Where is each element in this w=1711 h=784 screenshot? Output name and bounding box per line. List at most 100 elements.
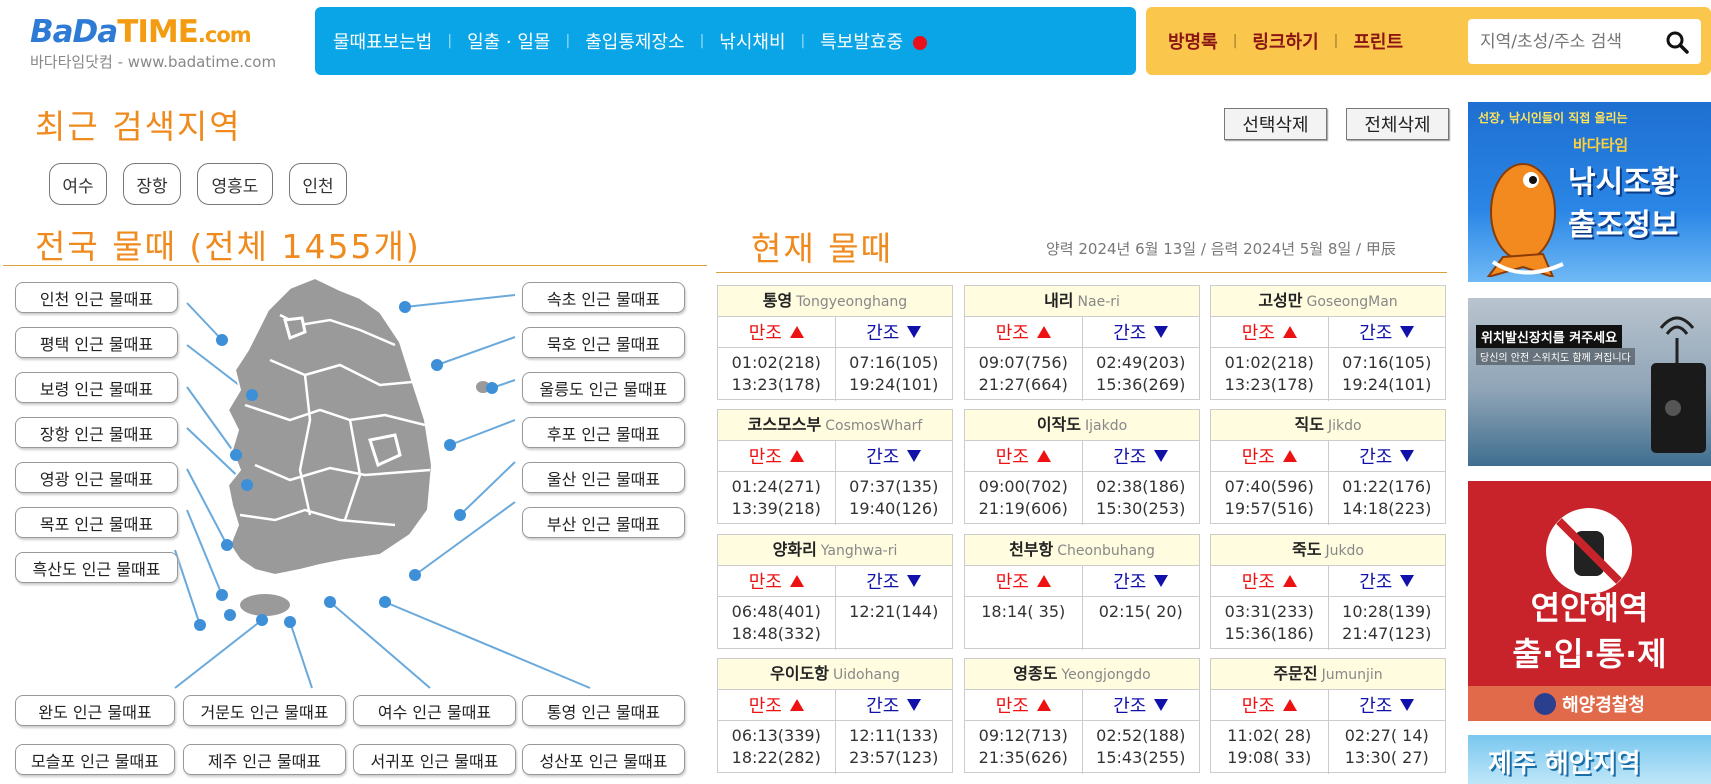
tide-card-header: 우이도항 Uidohang (718, 659, 952, 690)
high-tide-label: 만조 (995, 447, 1029, 468)
nav-print[interactable]: 프린트 (1353, 28, 1403, 54)
map-button-janghang[interactable]: 장항 인근 물때표 (15, 417, 178, 448)
ad-fishing-top: 선장, 낚시인들이 직접 올리는 (1478, 111, 1628, 125)
station-name: 죽도 (1291, 540, 1322, 559)
ad-fishing-report[interactable]: 선장, 낚시인들이 직접 올리는 바다타임 낚시조황 출조정보 (1468, 102, 1711, 282)
nav-fishing-gear[interactable]: 낚시채비 (719, 28, 785, 54)
tide-card[interactable]: 죽도 Jukdo 만조 간조 03:31(233) 15:36(186) 10:28(13… (1210, 534, 1446, 650)
nav-guestbook[interactable]: 방명록 (1168, 28, 1218, 54)
low-tide-times: 12:11(133) 23:57(123) (849, 726, 939, 767)
high-tide-times: 06:48(401) 18:48(332) (718, 597, 836, 650)
arrow-down-icon (1400, 450, 1415, 462)
map-button-jeju[interactable]: 제주 인근 물때표 (183, 744, 346, 775)
high-tide-label: 만조 (1241, 696, 1275, 717)
arrow-up-icon (1036, 326, 1051, 338)
recent-chip[interactable]: 인천 (289, 163, 347, 205)
map-button-seongsanpo[interactable]: 성산포 인근 물때표 (522, 744, 685, 775)
map-button-wando[interactable]: 완도 인근 물때표 (15, 695, 175, 726)
low-tide-times: 02:15( 20) (1098, 602, 1183, 621)
low-tide-header: 간조 (836, 690, 953, 720)
high-tide-label: 만조 (995, 696, 1029, 717)
tide-card[interactable]: 통영 Tongyeonghang 만조 간조 01:02(218) 13:23(178)… (717, 285, 953, 401)
ad-location-beacon[interactable]: 위치발신장치를 켜주세요 당신의 안전 스위치도 함께 켜집니다 (1468, 298, 1711, 466)
arrow-down-icon (907, 326, 922, 338)
tide-card[interactable]: 이작도 Ijakdo 만조 간조 09:00(702) 21:19(606) 02:38(… (964, 409, 1200, 525)
delete-all-button[interactable]: 전체삭제 (1346, 108, 1449, 140)
map-button-yeosu[interactable]: 여수 인근 물때표 (353, 695, 516, 726)
arrow-up-icon (1282, 450, 1297, 462)
ad-fishing-main1: 낚시조황 (1568, 165, 1679, 200)
ad-coastal-restriction[interactable]: 연안해역 출·입·통·제 해양경찰청 (1468, 481, 1711, 721)
tide-card[interactable]: 영종도 Yeongjongdo 만조 간조 09:12(713) 21:35(626) 0… (964, 658, 1200, 774)
station-name-en: Yanghwa-ri (820, 543, 898, 559)
map-button-tongyeong[interactable]: 통영 인근 물때표 (522, 695, 685, 726)
recent-chip[interactable]: 장항 (123, 163, 181, 205)
tide-card[interactable]: 직도 Jikdo 만조 간조 07:40(596) 19:57(516) 01:22(17… (1210, 409, 1446, 525)
high-tide-header: 만조 (965, 317, 1083, 347)
tide-card[interactable]: 코스모스부 CosmosWharf 만조 간조 01:24(271) 13:39(218… (717, 409, 953, 525)
map-button-yeonggwang[interactable]: 영광 인근 물때표 (15, 462, 178, 493)
tide-card[interactable]: 우이도항 Uidohang 만조 간조 06:13(339) 18:22(282) 12:… (717, 658, 953, 774)
tide-times: 03:31(233) 15:36(186) 10:28(139) 21:47(12… (1211, 597, 1445, 650)
station-name: 내리 (1044, 291, 1074, 310)
nav-sunrise-sunset[interactable]: 일출 · 일몰 (467, 28, 550, 54)
map-button-mukho[interactable]: 묵호 인근 물때표 (522, 327, 685, 358)
map-button-busan[interactable]: 부산 인근 물때표 (522, 507, 685, 538)
recent-chip[interactable]: 여수 (49, 163, 107, 205)
station-name: 영종도 (1013, 664, 1058, 683)
high-tide-header: 만조 (1211, 441, 1329, 471)
station-name: 천부항 (1009, 540, 1054, 559)
low-tide-label: 간조 (1113, 323, 1147, 344)
high-tide-times: 03:31(233) 15:36(186) (1211, 597, 1329, 650)
nav-restricted-areas[interactable]: 출입통제장소 (585, 28, 684, 54)
low-tide-label: 간조 (1359, 447, 1393, 468)
ad-fishing-brand: 바다타임 (1573, 136, 1629, 154)
tide-card[interactable]: 천부항 Cheonbuhang 만조 간조 18:14( 35) 02:15( 20) (964, 534, 1200, 650)
tide-card[interactable]: 내리 Nae-ri 만조 간조 09:07(756) 21:27(664) 02:49(2… (964, 285, 1200, 401)
map-button-geomundo[interactable]: 거문도 인근 물때표 (183, 695, 346, 726)
map-button-seogwipo[interactable]: 서귀포 인근 물때표 (353, 744, 516, 775)
nav-separator: | (699, 33, 705, 49)
high-tide-times: 01:02(218) 13:23(178) (1211, 348, 1329, 401)
tide-type-row: 만조 간조 (718, 441, 952, 472)
map-button-ulleungdo[interactable]: 울릉도 인근 물때표 (522, 372, 685, 403)
high-tide-label: 만조 (748, 572, 782, 593)
map-button-incheon[interactable]: 인천 인근 물때표 (15, 282, 178, 313)
low-tide-header: 간조 (836, 566, 953, 596)
arrow-down-icon (1400, 326, 1415, 338)
station-name: 직도 (1294, 415, 1324, 434)
low-tide-times: 07:16(105) 19:24(101) (849, 353, 939, 394)
tide-card[interactable]: 주문진 Jumunjin 만조 간조 11:02( 28) 19:08( 33) 02:2… (1210, 658, 1446, 774)
map-button-ulsan[interactable]: 울산 인근 물때표 (522, 462, 685, 493)
nav-link[interactable]: 링크하기 (1252, 28, 1318, 54)
tide-card-header: 내리 Nae-ri (965, 286, 1199, 317)
high-tide-label: 만조 (1241, 323, 1275, 344)
arrow-up-icon (1282, 326, 1297, 338)
search-input[interactable] (1478, 30, 1657, 53)
map-button-hupo[interactable]: 후포 인근 물때표 (522, 417, 685, 448)
station-name-en: GoseongMan (1306, 294, 1398, 310)
nav-tide-guide[interactable]: 물때표보는법 (333, 28, 432, 54)
recent-chip[interactable]: 영흥도 (197, 163, 273, 205)
nav-separator: | (1333, 33, 1339, 49)
logo-subtitle: 바다타임닷컴 - www.badatime.com (30, 53, 277, 71)
map-button-sokcho[interactable]: 속초 인근 물때표 (522, 282, 685, 313)
search-icon[interactable] (1665, 30, 1689, 54)
alert-dot-icon (913, 36, 928, 50)
nav-weather-alert[interactable]: 특보발효중 (820, 28, 928, 54)
station-name-en: Nae-ri (1077, 294, 1120, 310)
site-logo[interactable]: BaDaTIME.com 바다타임닷컴 - www.badatime.com (30, 14, 295, 74)
ad-jeju-coast[interactable]: 제주 해안지역 (1468, 735, 1711, 784)
map-button-moseulpo[interactable]: 모슬포 인근 물때표 (15, 744, 175, 775)
tide-card-header: 고성만 GoseongMan (1211, 286, 1445, 317)
map-button-mokpo[interactable]: 목포 인근 물때표 (15, 507, 178, 538)
high-tide-header: 만조 (718, 317, 836, 347)
tide-card[interactable]: 고성만 GoseongMan 만조 간조 01:02(218) 13:23(178) 07… (1210, 285, 1446, 401)
ad-beacon-sub: 당신의 안전 스위치도 함께 켜집니다 (1476, 348, 1635, 365)
map-button-boryeong[interactable]: 보령 인근 물때표 (15, 372, 178, 403)
tide-card[interactable]: 양화리 Yanghwa-ri 만조 간조 06:48(401) 18:48(332) 12… (717, 534, 953, 650)
map-button-heuksando[interactable]: 흑산도 인근 물때표 (15, 552, 178, 583)
high-tide-times: 11:02( 28) 19:08( 33) (1211, 721, 1329, 774)
map-button-pyeongtaek[interactable]: 평택 인근 물때표 (15, 327, 178, 358)
delete-selected-button[interactable]: 선택삭제 (1224, 108, 1327, 140)
